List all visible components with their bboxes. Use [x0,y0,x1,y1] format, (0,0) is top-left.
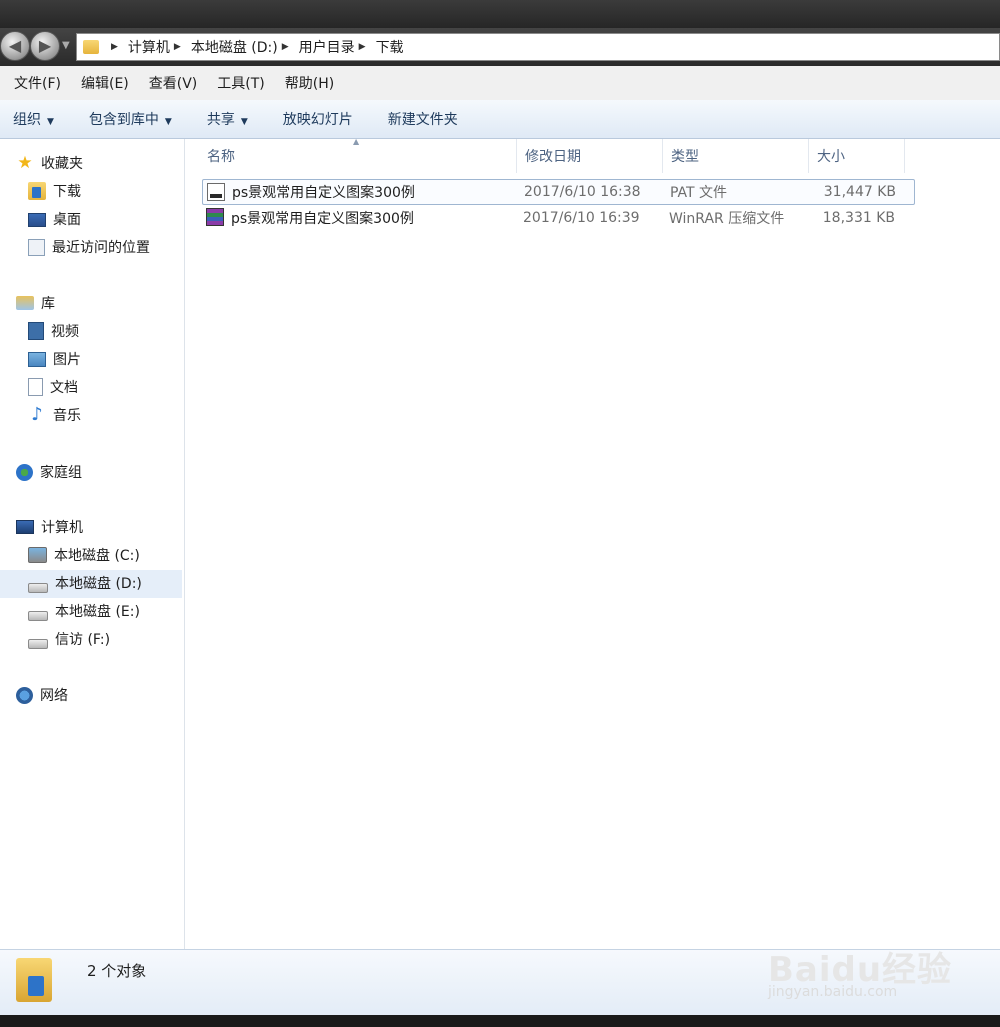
desktop-icon [28,213,46,227]
file-list: ▲ 名称 修改日期 类型 大小 ps景观常用自定义图案300例 2017/6/1… [185,137,1000,949]
menu-view[interactable]: 查看(V) [149,73,198,93]
nav-libraries[interactable]: 库 [16,293,55,313]
column-header-type[interactable]: 类型 [663,139,809,173]
menu-edit[interactable]: 编辑(E) [81,73,129,93]
watermark-url: jingyan.baidu.com [768,984,898,1000]
address-bar[interactable]: ▶ 计算机 ▶ 本地磁盘 (D:) ▶ 用户目录 ▶ 下载 [76,33,1000,61]
downloads-folder-icon [28,182,46,200]
chevron-right-icon[interactable]: ▶ [282,42,289,52]
library-icon [16,296,34,310]
taskbar-strip [0,1015,1000,1027]
nav-item-desktop[interactable]: 桌面 [28,209,81,229]
menu-bar: 文件(F) 编辑(E) 查看(V) 工具(T) 帮助(H) [0,66,1000,101]
breadcrumb-user-directory[interactable]: 用户目录 [299,37,355,57]
nav-network[interactable]: 网络 [16,685,68,705]
item-count: 2 个对象 [87,962,147,980]
include-in-library-button[interactable]: 包含到库中 ▼ [89,109,172,129]
pat-file-icon [207,183,225,201]
music-note-icon: ♪ [31,404,43,425]
recent-pages-dropdown[interactable]: ▼ [62,40,70,51]
hard-drive-icon [28,611,48,621]
hard-drive-icon [28,639,48,649]
back-button[interactable]: ◀ [0,31,30,61]
chevron-right-icon[interactable]: ▶ [174,42,181,52]
picture-icon [28,351,46,367]
arrow-right-icon: ▶ [38,36,52,55]
breadcrumb-computer[interactable]: 计算机 [128,37,170,57]
organize-button[interactable]: 组织 ▼ [13,109,54,129]
window-title-bar [0,0,1000,28]
file-date: 2017/6/10 16:39 [523,210,640,226]
menu-file[interactable]: 文件(F) [14,73,61,93]
star-icon: ★ [17,153,33,173]
nav-computer[interactable]: 计算机 [16,517,83,537]
menu-tools[interactable]: 工具(T) [217,73,264,93]
chevron-right-icon[interactable]: ▶ [359,42,366,52]
homegroup-icon [16,463,33,481]
address-row: ◀ ▶ ▼ ▶ 计算机 ▶ 本地磁盘 (D:) ▶ 用户目录 ▶ 下载 [0,28,1000,66]
forward-button[interactable]: ▶ [30,31,60,61]
nav-item-pictures[interactable]: 图片 [28,349,81,369]
file-type: PAT 文件 [670,185,728,201]
nav-item-drive-e[interactable]: 本地磁盘 (E:) [28,601,140,621]
nav-favorites[interactable]: ★ 收藏夹 [16,153,83,173]
table-row[interactable]: ps景观常用自定义图案300例 2017/6/10 16:38 PAT 文件 3… [202,179,915,205]
table-row[interactable]: ps景观常用自定义图案300例 2017/6/10 16:39 WinRAR 压… [202,205,915,231]
breadcrumb-drive-d[interactable]: 本地磁盘 (D:) [191,37,278,57]
command-toolbar: 组织 ▼ 包含到库中 ▼ 共享 ▼ 放映幻灯片 新建文件夹 [0,100,1000,139]
document-icon [28,378,43,396]
video-icon [28,322,44,340]
chevron-down-icon: ▼ [164,117,172,127]
network-icon [16,686,33,704]
system-drive-icon [28,547,47,563]
chevron-down-icon: ▼ [240,117,248,127]
new-folder-button[interactable]: 新建文件夹 [388,109,458,129]
recent-places-icon [28,238,45,256]
watermark: Baidu经验 jingyan.baidu.com [768,938,958,1008]
nav-item-drive-f[interactable]: 信访 (F:) [28,629,110,649]
share-button[interactable]: 共享 ▼ [207,109,248,129]
nav-homegroup[interactable]: 家庭组 [16,462,82,482]
slideshow-button[interactable]: 放映幻灯片 [283,109,353,129]
file-size: 31,447 KB [823,184,896,200]
nav-item-recent-places[interactable]: 最近访问的位置 [28,237,150,257]
menu-help[interactable]: 帮助(H) [285,73,334,93]
chevron-right-icon[interactable]: ▶ [111,42,118,52]
column-header-date-modified[interactable]: 修改日期 [517,139,663,173]
nav-item-downloads[interactable]: 下载 [28,181,81,201]
file-date: 2017/6/10 16:38 [524,184,641,200]
nav-item-drive-c[interactable]: 本地磁盘 (C:) [28,545,140,565]
winrar-archive-icon [206,208,224,226]
nav-item-videos[interactable]: 视频 [28,321,79,341]
navigation-pane: ★ 收藏夹 下载 桌面 最近访问的位置 库 视频 图片 文档 ♪ 音乐 家庭组 计算… [0,139,185,949]
file-name: ps景观常用自定义图案300例 [232,185,415,201]
nav-item-drive-d[interactable]: 本地磁盘 (D:) [28,573,142,593]
hard-drive-icon [28,583,48,593]
file-name: ps景观常用自定义图案300例 [231,211,414,227]
downloads-folder-icon [16,958,52,1002]
nav-item-documents[interactable]: 文档 [28,377,78,397]
computer-icon [16,520,34,534]
column-header-name[interactable]: 名称 [199,139,517,173]
column-header-size[interactable]: 大小 [809,139,905,173]
breadcrumb-downloads[interactable]: 下载 [376,37,404,57]
arrow-left-icon: ◀ [8,36,22,55]
nav-item-music[interactable]: ♪ 音乐 [28,405,81,425]
file-type: WinRAR 压缩文件 [669,211,785,227]
file-size: 18,331 KB [822,210,895,226]
folder-icon [83,40,99,54]
chevron-down-icon: ▼ [47,117,54,127]
